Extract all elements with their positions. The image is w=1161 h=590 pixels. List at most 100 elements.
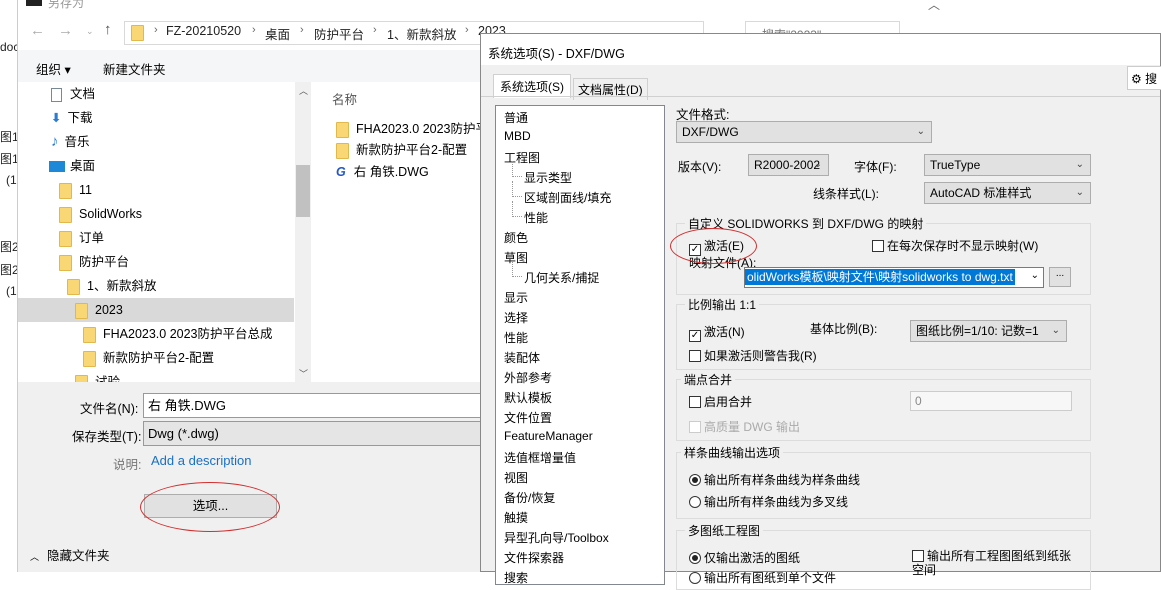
search-options-button[interactable]: ⚙ 搜 bbox=[1127, 66, 1161, 90]
chevron-down-icon: ⌄ bbox=[916, 126, 925, 137]
dwg-file-icon: G bbox=[336, 165, 346, 179]
tree-item[interactable]: 装配体 bbox=[504, 349, 540, 366]
linestyle-label: 线条样式(L): bbox=[813, 187, 880, 201]
spline-as-polyline-radio[interactable]: 输出所有样条曲线为多叉线 bbox=[689, 493, 848, 510]
scale-activate-checkbox[interactable]: ✓ 激活(N) bbox=[689, 323, 745, 342]
breadcrumb-item[interactable]: 1、新款斜放 bbox=[387, 24, 456, 43]
file-list-item[interactable]: 新款防护平台2-配置 bbox=[336, 139, 467, 159]
gear-icon: ⚙ bbox=[1131, 72, 1142, 86]
browse-button[interactable]: ... bbox=[1049, 267, 1071, 287]
file-list-item[interactable]: G右 角铁.DWG bbox=[336, 161, 429, 180]
tree-item[interactable]: 颜色 bbox=[504, 229, 528, 246]
tree-item[interactable]: 触摸 bbox=[504, 509, 528, 526]
merge-group: 端点合并 启用合并 0 高质量 DWG 输出 bbox=[676, 371, 1091, 441]
forward-button[interactable]: → bbox=[58, 22, 73, 39]
nav-folder[interactable]: 试验 bbox=[75, 370, 120, 382]
nav-folder[interactable]: FHA2023.0 2023防护平台总成 bbox=[83, 322, 273, 346]
breadcrumb-item[interactable]: 防护平台 bbox=[314, 24, 364, 43]
tree-item[interactable]: 文件探索器 bbox=[504, 549, 564, 566]
tree-item[interactable]: 普通 bbox=[504, 109, 528, 126]
tree-item[interactable]: 异型孔向导/Toolbox bbox=[504, 529, 609, 546]
scale-group: 比例输出 1:1 ✓ 激活(N) 基体比例(B): 图纸比例=1/10: 记数=1… bbox=[676, 296, 1091, 370]
tree-item[interactable]: 工程图 bbox=[504, 149, 540, 166]
add-description-link[interactable]: Add a description bbox=[151, 453, 251, 468]
enable-merge-checkbox[interactable]: 启用合并 bbox=[689, 393, 752, 410]
system-options-dialog: 系统选项(S) - DXF/DWG 系统选项(S) 文档属性(D) ⚙ 搜 普通… bbox=[480, 33, 1161, 590]
tree-item[interactable]: 区域剖面线/填充 bbox=[512, 181, 611, 206]
tree-item[interactable]: 选择 bbox=[504, 309, 528, 326]
tree-item[interactable]: 视图 bbox=[504, 469, 528, 486]
nav-item-music[interactable]: ♪ 音乐 bbox=[51, 130, 90, 154]
navigation-pane: 文档 ⬇ 下载 ♪ 音乐 桌面 11 SolidWorks 订单 防护平台 1、新款… bbox=[18, 82, 311, 382]
back-button[interactable]: ← bbox=[30, 22, 45, 39]
tree-item[interactable]: 默认模板 bbox=[504, 389, 552, 406]
tree-item[interactable]: 外部参考 bbox=[504, 369, 552, 386]
hide-folders-toggle[interactable]: ︿ 隐藏文件夹 bbox=[30, 545, 110, 564]
paper-space-checkbox[interactable]: 输出所有工程图图纸到纸张空间 bbox=[912, 549, 1072, 577]
group-title: 端点合并 bbox=[681, 371, 736, 388]
bg-text: (1 bbox=[6, 284, 17, 298]
nav-folder[interactable]: 订单 bbox=[59, 226, 104, 250]
tree-item[interactable]: MBD bbox=[504, 129, 531, 143]
desktop-icon bbox=[49, 161, 65, 173]
highlight-ellipse bbox=[670, 228, 757, 264]
new-folder-button[interactable]: 新建文件夹 bbox=[103, 59, 166, 78]
file-format-select[interactable]: DXF/DWG ⌄ bbox=[676, 121, 932, 143]
breadcrumb-item[interactable]: FZ-20210520 bbox=[166, 24, 241, 38]
version-label: 版本(V): bbox=[678, 160, 722, 174]
tree-item[interactable]: 显示 bbox=[504, 289, 528, 306]
app-icon: 2019 bbox=[26, 0, 42, 6]
tree-item[interactable]: FeatureManager bbox=[504, 429, 593, 443]
linestyle-select[interactable]: AutoCAD 标准样式 ⌄ bbox=[924, 182, 1091, 204]
up-button[interactable]: ↑ bbox=[104, 21, 112, 38]
nav-scrollbar[interactable]: ︿ ﹀ bbox=[295, 82, 311, 382]
warn-checkbox[interactable]: 如果激活则警告我(R) bbox=[689, 347, 817, 364]
no-show-mapping-checkbox[interactable]: 在每次保存时不显示映射(W) bbox=[872, 237, 1038, 254]
spline-as-spline-radio[interactable]: 输出所有样条曲线为样条曲线 bbox=[689, 471, 860, 488]
filename-label: 文件名(N): bbox=[80, 402, 139, 416]
highlight-ellipse bbox=[140, 482, 280, 532]
tab-system-options[interactable]: 系统选项(S) bbox=[493, 74, 571, 98]
nav-folder[interactable]: SolidWorks bbox=[59, 202, 142, 226]
column-header-name[interactable]: 名称 bbox=[332, 89, 357, 108]
merge-distance-input[interactable]: 0 bbox=[910, 391, 1072, 411]
recent-dropdown[interactable]: ⌄ bbox=[86, 26, 94, 37]
font-select[interactable]: TrueType ⌄ bbox=[924, 154, 1091, 176]
options-tree: 普通 MBD 工程图 显示类型 区域剖面线/填充 性能 颜色 草图 几何关系/捕捉 显示 选择 性能装… bbox=[495, 105, 665, 585]
multi-sheet-group: 多图纸工程图 仅输出激活的图纸 输出所有图纸到单个文件 输出所有工程图图纸到纸张… bbox=[676, 522, 1091, 590]
dialog-title: 另存为 bbox=[48, 0, 85, 10]
nav-item-desktop[interactable]: 桌面 bbox=[49, 154, 95, 178]
tree-item[interactable]: 性能 bbox=[504, 329, 528, 346]
mapping-file-select[interactable]: olidWorks模板\映射文件\映射solidworks to dwg.txt… bbox=[744, 267, 1044, 288]
spline-group: 样条曲线输出选项 输出所有样条曲线为样条曲线 输出所有样条曲线为多叉线 bbox=[676, 444, 1091, 519]
active-sheet-only-radio[interactable]: 仅输出激活的图纸 bbox=[689, 549, 800, 566]
tree-item[interactable]: 备份/恢复 bbox=[504, 489, 555, 506]
nav-folder-selected[interactable]: 2023 bbox=[18, 298, 294, 322]
tree-item[interactable]: 显示类型 bbox=[512, 161, 572, 186]
tree-item[interactable]: 几何关系/捕捉 bbox=[512, 261, 599, 286]
savetype-label: 保存类型(T): bbox=[72, 430, 142, 444]
nav-folder[interactable]: 新款防护平台2-配置 bbox=[83, 346, 214, 370]
bg-text: (1 bbox=[6, 173, 17, 187]
chevron-up-icon: ︿ bbox=[30, 552, 40, 562]
tree-item[interactable]: 性能 bbox=[512, 201, 548, 226]
nav-folder[interactable]: 11 bbox=[59, 178, 92, 202]
collapse-icon[interactable]: ︿ bbox=[928, 0, 940, 13]
document-icon bbox=[51, 87, 62, 102]
base-scale-select[interactable]: 图纸比例=1/10: 记数=1 ⌄ bbox=[910, 320, 1067, 342]
nav-item-documents[interactable]: 文档 bbox=[51, 82, 95, 106]
description-label: 说明: bbox=[113, 458, 142, 472]
music-icon: ♪ bbox=[51, 133, 59, 150]
breadcrumb-item[interactable]: 桌面 bbox=[265, 24, 290, 43]
font-label: 字体(F): bbox=[854, 160, 897, 174]
tree-item[interactable]: 选值框增量值 bbox=[504, 449, 576, 466]
organize-button[interactable]: 组织 ▾ bbox=[36, 59, 71, 78]
high-quality-checkbox[interactable]: 高质量 DWG 输出 bbox=[689, 418, 800, 435]
tree-item[interactable]: 文件位置 bbox=[504, 409, 552, 426]
version-select[interactable]: R2000-2002 ⌄ bbox=[748, 154, 829, 176]
nav-folder[interactable]: 1、新款斜放 bbox=[67, 274, 156, 298]
nav-item-downloads[interactable]: ⬇ 下载 bbox=[51, 106, 93, 130]
group-title: 比例输出 1:1 bbox=[685, 296, 760, 313]
nav-folder[interactable]: 防护平台 bbox=[59, 250, 129, 274]
dialog-title: 系统选项(S) - DXF/DWG bbox=[488, 47, 625, 61]
